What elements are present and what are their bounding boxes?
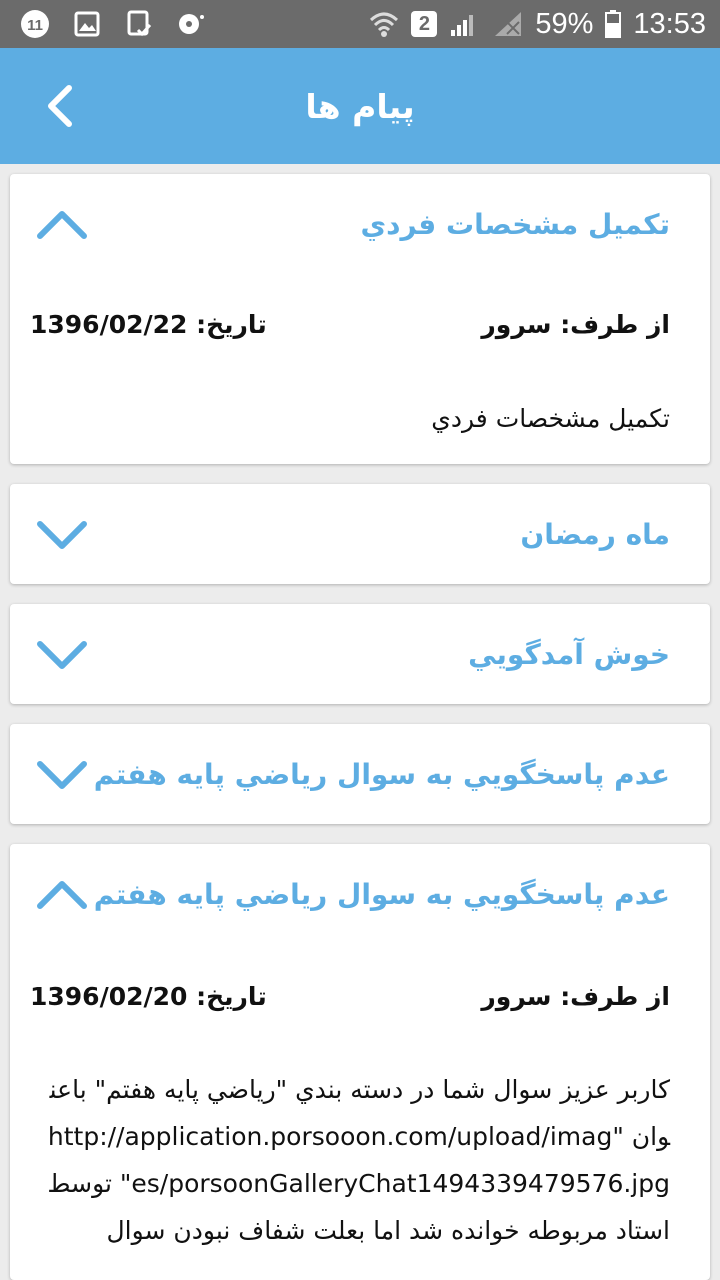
chevron-up-icon[interactable] xyxy=(36,206,88,242)
message-card: عدم پاسخگويي به سوال رياضي پايه هفتم xyxy=(10,724,710,824)
chevron-down-icon[interactable] xyxy=(36,756,88,792)
message-header[interactable]: خوش آمدگويي xyxy=(10,604,710,704)
message-title: عدم پاسخگويي به سوال رياضي پايه هفتم xyxy=(93,757,670,791)
chevron-up-icon[interactable] xyxy=(36,876,88,912)
notification-icons: 11 xyxy=(18,8,208,40)
date: تاريخ: 1396/02/22 xyxy=(30,310,267,339)
sender: از طرف: سرور xyxy=(481,982,670,1011)
sender: از طرف: سرور xyxy=(481,310,670,339)
message-title: تكميل مشخصات فردي xyxy=(360,207,670,241)
message-meta: از طرف: سرور تاريخ: 1396/02/20 xyxy=(10,982,710,1026)
message-meta: از طرف: سرور تاريخ: 1396/02/22 xyxy=(10,310,710,354)
message-card: عدم پاسخگويي به سوال رياضي پايه هفتم از … xyxy=(10,844,710,1280)
notification-count-icon: 11 xyxy=(18,8,52,40)
wifi-icon xyxy=(367,8,401,40)
date-label: تاريخ: xyxy=(196,310,267,339)
message-body: كاربر عزيز سوال شما در دسته بندي "رياضي … xyxy=(47,1075,670,1245)
media-icon xyxy=(174,8,208,40)
sender-value: سرور xyxy=(481,982,552,1011)
chevron-down-icon[interactable] xyxy=(36,516,88,552)
sim-indicator: 2 xyxy=(411,11,438,37)
message-card: تكميل مشخصات فردي از طرف: سرور تاريخ: 13… xyxy=(10,174,710,464)
message-header[interactable]: عدم پاسخگويي به سوال رياضي پايه هفتم xyxy=(10,844,710,944)
date-value: 1396/02/20 xyxy=(30,982,188,1011)
status-bar: 11 2 59% 13:53 xyxy=(0,0,720,48)
system-icons: 2 59% 13:53 xyxy=(367,6,706,42)
message-title: ماه رمضان xyxy=(520,517,670,551)
notification-count: 11 xyxy=(27,17,43,34)
date-label: تاريخ: xyxy=(196,982,267,1011)
page-title: پیام ها xyxy=(305,86,415,126)
message-card: ماه رمضان xyxy=(10,484,710,584)
message-title: عدم پاسخگويي به سوال رياضي پايه هفتم xyxy=(93,877,670,911)
app-bar: پیام ها xyxy=(0,48,720,164)
battery-icon xyxy=(603,8,623,40)
sender-label: از طرف: xyxy=(560,982,670,1011)
message-header[interactable]: تكميل مشخصات فردي xyxy=(10,174,710,274)
gallery-icon xyxy=(70,8,104,40)
date: تاريخ: 1396/02/20 xyxy=(30,982,267,1011)
message-header[interactable]: عدم پاسخگويي به سوال رياضي پايه هفتم xyxy=(10,724,710,824)
message-body: تكميل مشخصات فردي xyxy=(431,404,670,433)
back-button[interactable] xyxy=(30,76,90,136)
chevron-left-icon xyxy=(48,85,72,127)
signal-icon xyxy=(447,8,481,40)
sender-value: سرور xyxy=(481,310,552,339)
message-header[interactable]: ماه رمضان xyxy=(10,484,710,584)
message-title: خوش آمدگويي xyxy=(468,637,670,671)
sender-label: از طرف: xyxy=(560,310,670,339)
clock: 13:53 xyxy=(633,7,706,40)
chevron-down-icon[interactable] xyxy=(36,636,88,672)
battery-percent: 59% xyxy=(535,7,594,40)
clipboard-check-icon xyxy=(122,8,156,40)
message-card: خوش آمدگويي xyxy=(10,604,710,704)
date-value: 1396/02/22 xyxy=(30,310,188,339)
no-signal-icon xyxy=(491,8,525,40)
